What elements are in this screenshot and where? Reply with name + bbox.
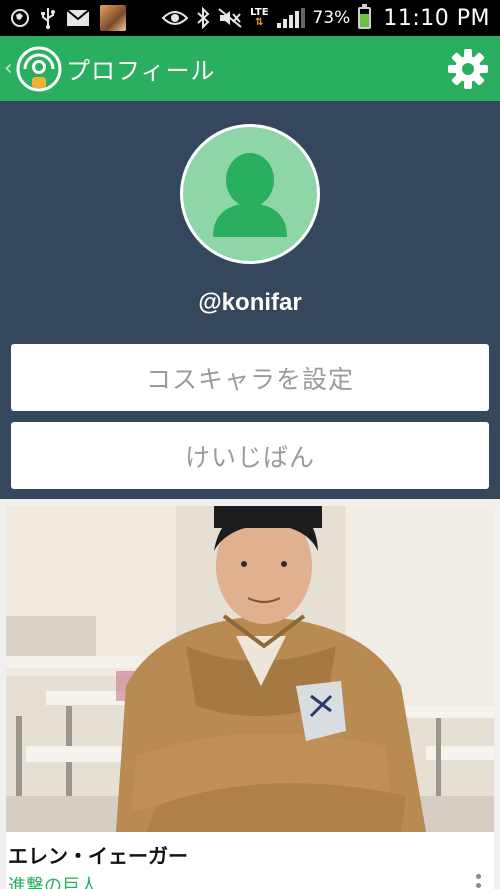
usb-icon: [40, 7, 56, 29]
username: @konifar: [198, 289, 302, 316]
bluetooth-icon: [196, 7, 210, 29]
lte-icon: LTE ⇅: [250, 7, 269, 28]
page-title: プロフィール: [66, 57, 216, 85]
battery-charging-icon: [358, 4, 372, 29]
app-logo-icon[interactable]: [16, 46, 62, 92]
character-name: エレン・イェーガー: [8, 844, 188, 868]
profile-header: @konifar コスキャラを設定 けいじばん: [0, 101, 500, 499]
person-icon: [213, 153, 287, 237]
bulletin-board-button[interactable]: けいじばん: [11, 422, 489, 489]
chevron-left-icon[interactable]: ‹: [4, 56, 16, 81]
set-cosplay-character-button[interactable]: コスキャラを設定: [11, 344, 489, 411]
signal-icon: [276, 8, 305, 28]
cosplay-photo[interactable]: [6, 506, 494, 832]
eye-icon: [162, 10, 189, 26]
series-name[interactable]: 進撃の巨人: [8, 872, 98, 889]
mail-icon: [66, 9, 90, 27]
status-bar: LTE ⇅ 73% 11:10 PM: [0, 0, 500, 36]
battery-percent: 73%: [312, 8, 351, 28]
settings-button[interactable]: [436, 36, 500, 101]
mute-icon: [218, 8, 242, 28]
avatar[interactable]: [180, 124, 320, 264]
globe-icon: [10, 8, 30, 28]
more-vert-icon[interactable]: [474, 874, 482, 889]
clock: 11:10 PM: [383, 5, 490, 31]
feed: エレン・イェーガー 進撃の巨人: [0, 499, 500, 889]
cosplay-card[interactable]: エレン・イェーガー 進撃の巨人: [6, 506, 494, 889]
action-bar: ‹ プロフィール: [0, 36, 500, 101]
gear-icon: [448, 48, 488, 89]
notification-thumbnail: [100, 5, 126, 31]
